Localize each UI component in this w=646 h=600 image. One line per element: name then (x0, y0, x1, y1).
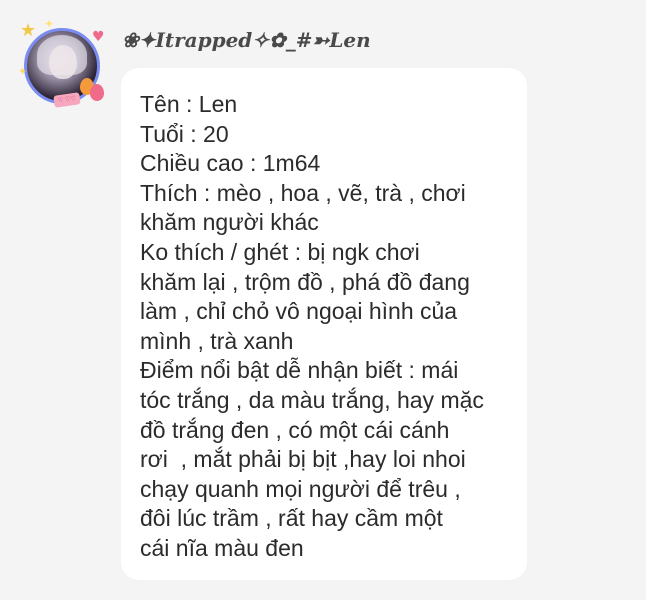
message-line: tóc trắng , da màu trắng, hay mặc (140, 386, 484, 413)
sender-name[interactable]: ❀✦Itrapped✧✿_#➳Len (122, 28, 371, 52)
message-line: Thích : mèo , hoa , vẽ, trà , chơi (140, 179, 466, 206)
message-line: khăm lại , trộm đồ , phá đồ đang (140, 268, 470, 295)
message-line: Tuổi : 20 (140, 120, 229, 147)
message-line: chạy quanh mọi người để trêu , (140, 475, 461, 502)
avatar[interactable]: ★ ✦ ♥ ✦ ♡ ♡♡ (18, 18, 108, 112)
sparkle-icon: ✦ (44, 17, 55, 31)
avatar-face (49, 45, 77, 79)
avatar-badge: ♡ ♡♡ (53, 92, 81, 108)
message-line: Tên : Len (140, 91, 238, 117)
message-line: mình , trà xanh (140, 327, 294, 354)
balloon-icon (90, 84, 104, 101)
heart-icon: ♥ (92, 29, 105, 45)
message-line: đôi lúc trầm , rất hay cầm một (140, 505, 443, 532)
message-line: đồ trắng đen , có một cái cánh (140, 416, 450, 443)
message-line: cái nĩa màu đen (140, 534, 304, 561)
message-line: khăm người khác (140, 209, 319, 236)
message-line: rơi , mắt phải bị bịt ,hay loi nhoi (140, 446, 466, 473)
message-text: Tên : Len Tuổi : 20 Chiều cao : 1m64 Thích … (140, 90, 513, 564)
message-bubble[interactable]: Tên : Len Tuổi : 20 Chiều cao : 1m64 Thích … (121, 68, 527, 580)
message-line: Chiều cao : 1m64 (140, 150, 321, 177)
message-line: làm , chỉ chỏ vô ngoại hình của (140, 298, 458, 325)
message-line: Điểm nổi bật dễ nhận biết : mái (140, 357, 459, 384)
sparkle-icon: ✦ (18, 65, 28, 78)
star-icon: ★ (20, 20, 37, 41)
message-line: Ko thích / ghét : bị ngk chơi (140, 238, 420, 265)
